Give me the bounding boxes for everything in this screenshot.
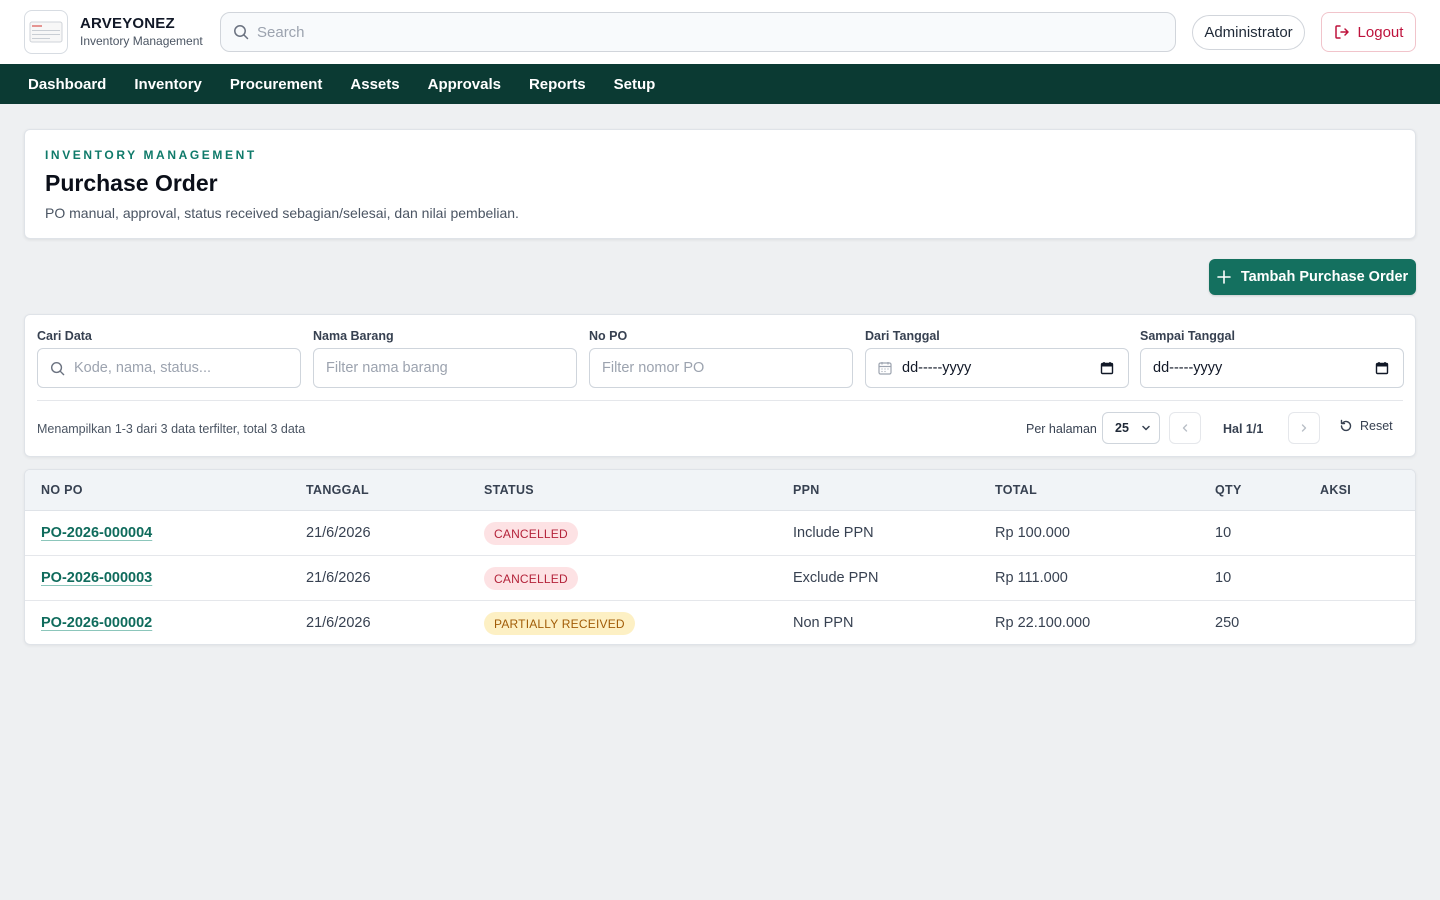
calendar-icon [878,362,892,375]
qty-cell: 10 [1215,525,1232,541]
col-header-status[interactable]: STATUS [484,483,534,497]
filter-search-label: Cari Data [37,329,92,343]
qty-cell: 10 [1215,570,1232,586]
filter-po-number-field[interactable] [589,348,853,388]
status-badge: CANCELLED [484,567,578,590]
po-number-link[interactable]: PO-2026-000002 [41,615,152,631]
filter-item-name-label: Nama Barang [313,329,394,343]
add-purchase-order-label: Tambah Purchase Order [1240,269,1409,285]
main-nav: Dashboard Inventory Procurement Assets A… [0,64,1440,104]
date-cell: 21/6/2026 [306,570,371,586]
table-row: PO-2026-000004 21/6/2026 CANCELLED Inclu… [25,511,1415,556]
brand-name: ARVEYONEZ [80,15,175,32]
app-logo[interactable] [24,10,68,54]
col-header-no-po[interactable]: NO PO [41,483,83,497]
table-header: NO PO TANGGAL STATUS PPN TOTAL QTY AKSI [25,470,1415,511]
date-from-value: dd-----yyyy [902,360,972,376]
filter-po-number-input[interactable] [602,360,822,376]
date-to-value: dd-----yyyy [1153,360,1223,376]
total-cell: Rp 22.100.000 [995,615,1091,631]
date-cell: 21/6/2026 [306,525,371,541]
top-header: ARVEYONEZ Inventory Management Administr… [0,0,1440,64]
results-summary: Menampilkan 1-3 dari 3 data terfilter, t… [37,422,306,436]
page-eyebrow: INVENTORY MANAGEMENT [45,148,257,162]
next-page-button[interactable] [1288,412,1320,444]
nav-item-procurement[interactable]: Procurement [230,76,323,93]
calendar-picker-icon[interactable] [1375,361,1389,375]
nav-item-inventory[interactable]: Inventory [134,76,202,93]
total-cell: Rp 100.000 [995,525,1070,541]
col-header-qty[interactable]: QTY [1215,483,1242,497]
nav-item-assets[interactable]: Assets [350,76,399,93]
logo-icon [29,21,63,43]
prev-page-button[interactable] [1169,412,1201,444]
filter-search-input[interactable] [74,360,274,376]
filter-item-name-input[interactable] [326,360,546,376]
ppn-cell: Non PPN [793,615,854,631]
col-header-aksi: AKSI [1320,483,1352,497]
chevron-down-icon [1142,425,1150,431]
filter-panel: Cari Data Nama Barang No PO Dari Tanggal… [24,314,1416,457]
nav-item-approvals[interactable]: Approvals [428,76,501,93]
global-search[interactable] [220,12,1176,52]
page-description: PO manual, approval, status received seb… [45,205,519,221]
po-number-link[interactable]: PO-2026-000003 [41,570,152,586]
reset-label: Reset [1360,419,1393,433]
filter-date-to-label: Sampai Tanggal [1140,329,1235,343]
search-icon [50,361,65,375]
filter-divider [37,400,1403,401]
plus-icon [1217,270,1231,284]
reset-button[interactable]: Reset [1339,419,1393,433]
add-purchase-order-button[interactable]: Tambah Purchase Order [1209,259,1416,295]
po-number-cell: PO-2026-000002 [41,615,152,631]
po-number-cell: PO-2026-000003 [41,570,152,586]
filter-date-from-field[interactable]: dd-----yyyy [865,348,1129,388]
purchase-order-table: NO PO TANGGAL STATUS PPN TOTAL QTY AKSI … [24,469,1416,645]
col-header-ppn[interactable]: PPN [793,483,820,497]
filter-date-to-field[interactable]: dd-----yyyy [1140,348,1404,388]
page-title: Purchase Order [45,170,218,196]
reset-icon [1340,419,1352,432]
qty-cell: 250 [1215,615,1240,631]
chevron-left-icon [1182,424,1188,432]
table-row: PO-2026-000002 21/6/2026 PARTIALLY RECEI… [25,601,1415,644]
nav-item-setup[interactable]: Setup [614,76,656,93]
logout-button[interactable]: Logout [1321,12,1416,52]
page-indicator: Hal 1/1 [1223,422,1264,436]
date-cell: 21/6/2026 [306,615,371,631]
ppn-cell: Exclude PPN [793,570,879,586]
status-badge: PARTIALLY RECEIVED [484,612,635,635]
total-cell: Rp 111.000 [995,570,1068,586]
nav-item-dashboard[interactable]: Dashboard [28,76,106,93]
brand-subtitle: Inventory Management [80,34,203,48]
search-icon [234,25,249,40]
table-row: PO-2026-000003 21/6/2026 CANCELLED Exclu… [25,556,1415,601]
user-menu-button[interactable]: Administrator [1192,15,1305,50]
per-page-select[interactable]: 25 [1102,412,1160,444]
logout-label: Logout [1357,23,1404,41]
filter-item-name-field[interactable] [313,348,577,388]
filter-date-from-label: Dari Tanggal [865,329,940,343]
filter-po-number-label: No PO [589,329,628,343]
status-badge: CANCELLED [484,522,578,545]
chevron-right-icon [1301,424,1307,432]
ppn-cell: Include PPN [793,525,874,541]
po-number-link[interactable]: PO-2026-000004 [41,525,152,541]
logout-icon [1334,25,1349,39]
page-header-card: INVENTORY MANAGEMENT Purchase Order PO m… [24,129,1416,239]
nav-item-reports[interactable]: Reports [529,76,586,93]
po-number-cell: PO-2026-000004 [41,525,152,541]
per-page-label: Per halaman [1026,422,1097,436]
per-page-value: 25 [1115,421,1129,435]
filter-search-field[interactable] [37,348,301,388]
col-header-total[interactable]: TOTAL [995,483,1037,497]
calendar-picker-icon[interactable] [1100,361,1114,375]
col-header-tanggal[interactable]: TANGGAL [306,483,369,497]
date-from-wrap: dd-----yyyy [878,360,971,376]
global-search-input[interactable] [257,23,1137,41]
